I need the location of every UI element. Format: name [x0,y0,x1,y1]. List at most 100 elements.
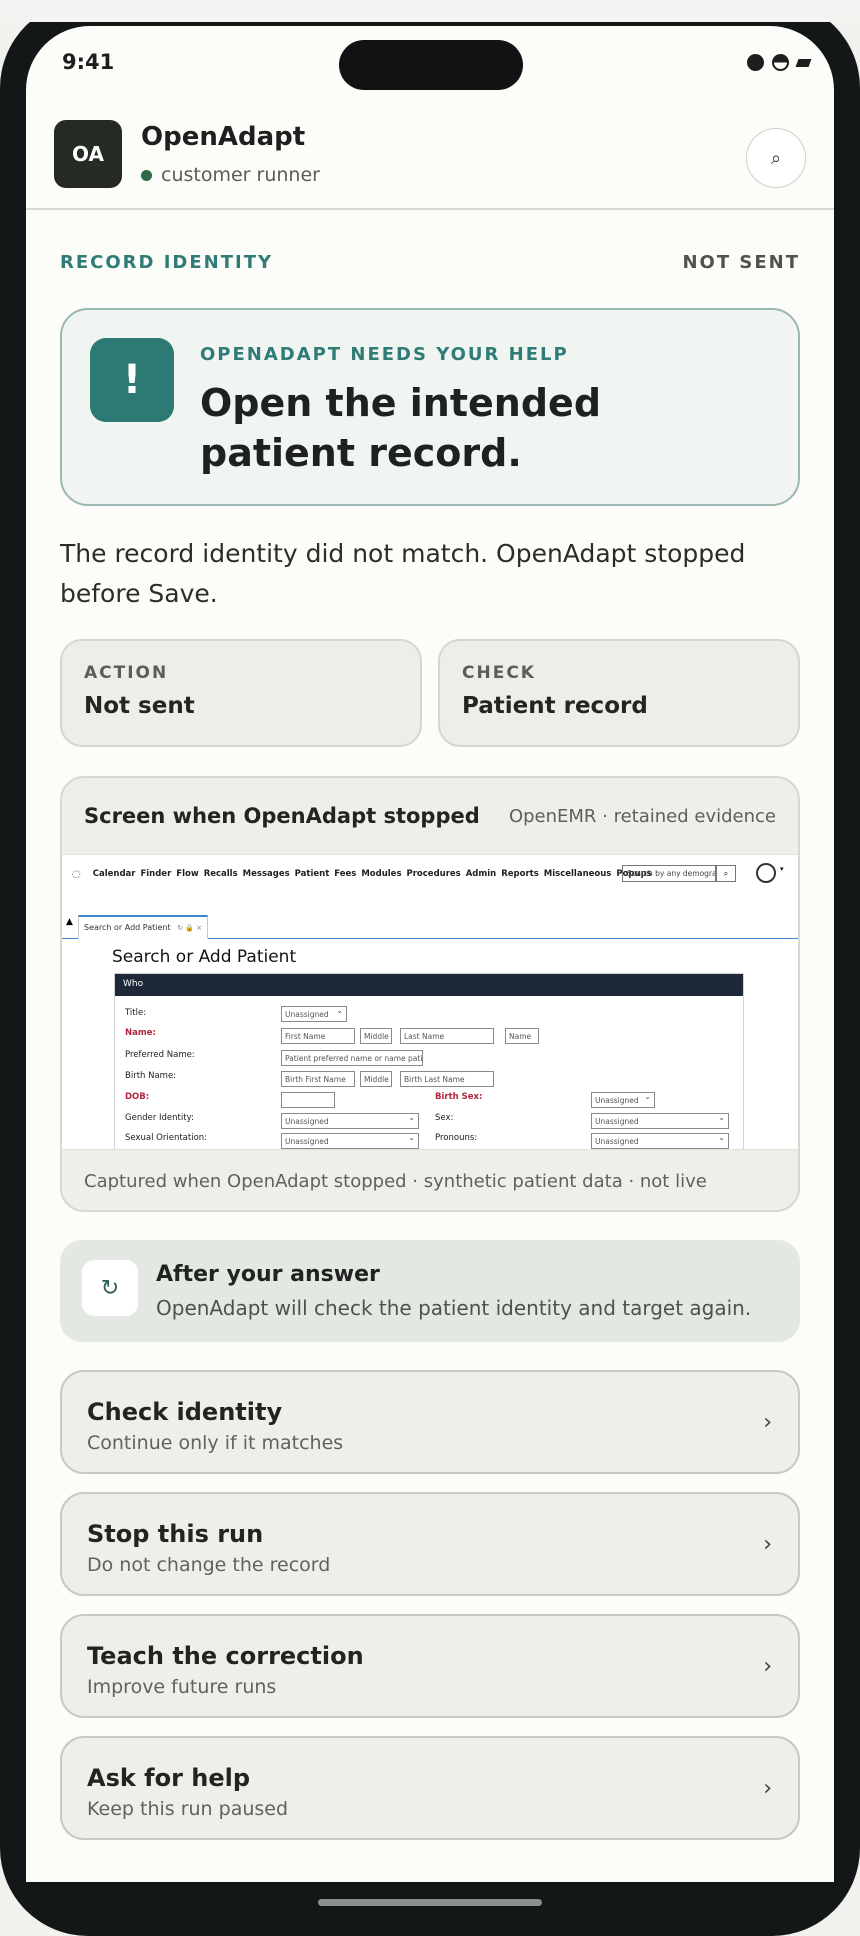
exclamation-icon: ! [90,338,174,422]
emr-input: Birth First Name [281,1071,355,1087]
emr-caret-icon: ▾ [780,865,784,873]
send-status: NOT SENT [682,252,800,273]
info-label: ACTION [84,663,169,683]
emr-menu-item: Fees [334,869,357,879]
teach-correction-button[interactable]: Teach the correction Improve future runs… [60,1614,800,1718]
avatar: OA [54,120,122,188]
runner-status: customer runner [141,164,320,186]
emr-menu-item: Flow [176,869,199,879]
emr-select: Unassigned [281,1006,347,1022]
emr-tab: Search or Add Patient ↻ 🔒 × [78,915,208,939]
alert-title: Open the intended patient record. [200,381,602,475]
runner-label: customer runner [161,164,320,186]
emr-label: Sex: [435,1113,454,1123]
emr-label: Gender Identity: [125,1113,194,1123]
emr-menu-item: Miscellaneous [543,869,612,879]
emr-page-title: Search or Add Patient [112,947,297,967]
emr-who-panel: Who Title: Unassigned Name: First Name M… [114,973,744,1149]
emr-label: Birth Name: [125,1071,177,1081]
chevron-right-icon: › [763,1532,772,1557]
emr-select: Unassigned [591,1092,655,1108]
emr-menu-item: Modules [361,869,402,879]
info-value: Patient record [462,693,648,719]
evidence-meta: OpenEMR · retained evidence [508,805,776,827]
emr-input: Last Name [400,1028,494,1044]
emr-select: Unassigned [281,1113,419,1129]
alert-kicker: OPENADAPT NEEDS YOUR HELP [200,344,569,365]
emr-menu-item: Finder [140,869,172,879]
emr-select: Unassigned [591,1113,729,1129]
emr-input: First Name [281,1028,355,1044]
app-header: OA OpenAdapt customer runner ⌕ [26,118,834,210]
emr-tab-label: Search or Add Patient [84,923,171,932]
chevron-right-icon: › [763,1410,772,1435]
after-title: After your answer [156,1262,380,1287]
emr-label: Title: [125,1008,147,1018]
online-status-icon [141,169,152,181]
emr-tab-icons: ↻ 🔒 × [177,924,203,932]
chevron-right-icon: › [763,1654,772,1679]
emr-input: Middle [360,1028,392,1044]
status-bar: 9:41 [26,26,834,106]
emr-logo-icon: ◌ [72,868,81,880]
choice-title: Teach the correction [87,1642,364,1670]
emr-input: Name [505,1028,539,1044]
emr-menu-item: Calendar [92,869,136,879]
emr-menu-item: Procedures [406,869,461,879]
emr-search-field: Search by any demograph [622,865,716,882]
stop-run-button[interactable]: Stop this run Do not change the record › [60,1492,800,1596]
emr-label: Sexual Orientation: [125,1133,208,1143]
emr-panel-title: Who [115,974,743,996]
emr-collapse-icon: ▲ [66,917,73,927]
info-label: CHECK [462,663,536,683]
emr-label: DOB: [125,1092,150,1102]
emr-tabbar: ▲ Search or Add Patient ↻ 🔒 × [62,915,798,939]
choice-subtitle: Continue only if it matches [87,1432,344,1454]
emr-select: Unassigned [281,1133,419,1149]
choice-title: Stop this run [87,1520,264,1548]
emr-user-icon [756,863,776,883]
emr-label: Name: [125,1028,156,1038]
app-name: OpenAdapt [141,122,306,152]
emr-menu: Calendar Finder Flow Recalls Messages Pa… [93,869,652,879]
evidence-screenshot: ◌ Calendar Finder Flow Recalls Messages … [62,854,798,1150]
choice-subtitle: Improve future runs [87,1676,277,1698]
emr-label: Pronouns: [435,1133,478,1143]
battery-icon [795,58,812,67]
emr-menu-item: Recalls [203,869,238,879]
evidence-card: Screen when OpenAdapt stopped OpenEMR · … [60,776,800,1212]
emr-input: Middle [360,1071,392,1087]
refresh-icon: ↻ [82,1260,138,1316]
after-text: OpenAdapt will check the patient identit… [156,1296,752,1320]
explanation-text: The record identity did not match. OpenA… [60,539,746,608]
emr-input: Birth Last Name [400,1071,494,1087]
choice-title: Ask for help [87,1764,251,1792]
search-button[interactable]: ⌕ [746,128,806,188]
info-value: Not sent [84,693,195,719]
emr-dob-input [281,1092,335,1108]
chevron-right-icon: › [763,1776,772,1801]
action-info-card: ACTION Not sent [60,639,422,747]
phone-screen: 9:41 OA OpenAdapt customer runner ⌕ RECO… [26,26,834,1882]
wifi-icon [772,54,789,71]
emr-menu-item: Reports [501,869,539,879]
check-identity-button[interactable]: Check identity Continue only if it match… [60,1370,800,1474]
section-label: RECORD IDENTITY [60,252,274,273]
emr-label: Birth Sex: [435,1092,483,1102]
evidence-header: Screen when OpenAdapt stopped OpenEMR · … [62,778,798,854]
choice-subtitle: Keep this run paused [87,1798,289,1820]
emr-menu-item: Admin [465,869,497,879]
search-icon: ⌕ [770,147,782,169]
emr-input: Patient preferred name or name patient [281,1050,423,1066]
evidence-footer: Captured when OpenAdapt stopped · synthe… [84,1171,707,1192]
choice-subtitle: Do not change the record [87,1554,331,1576]
ask-help-button[interactable]: Ask for help Keep this run paused › [60,1736,800,1840]
top-background [0,0,860,22]
home-indicator[interactable] [318,1899,542,1906]
emr-menu-item: Patient [294,869,330,879]
emr-label: Preferred Name: [125,1050,195,1060]
evidence-title: Screen when OpenAdapt stopped [84,804,480,828]
help-alert-card: ! OPENADAPT NEEDS YOUR HELP Open the int… [60,308,800,506]
status-icons [747,54,812,71]
after-answer-card: ↻ After your answer OpenAdapt will check… [60,1240,800,1342]
